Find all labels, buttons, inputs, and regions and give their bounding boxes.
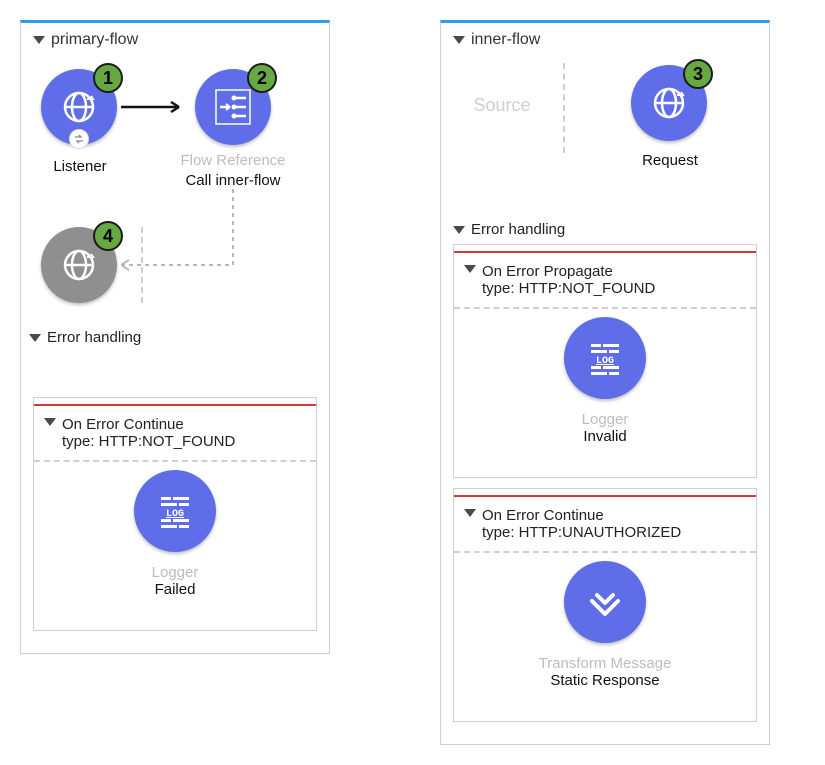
svg-text:LOG: LOG	[166, 509, 184, 520]
collapse-icon	[464, 265, 476, 273]
listener-label: Listener	[15, 157, 145, 177]
logger-node[interactable]: LOG	[564, 317, 646, 399]
logger-name: Invalid	[583, 428, 626, 445]
transform-message-icon	[580, 577, 630, 627]
collapse-icon	[453, 36, 465, 44]
logger-name: Failed	[155, 581, 196, 598]
http-request-icon	[647, 81, 691, 125]
logger-type: Logger	[152, 564, 199, 581]
http-listener-icon	[57, 243, 101, 287]
arrow-icon	[121, 99, 191, 115]
flow-header[interactable]: inner-flow	[453, 31, 757, 49]
flow-title: primary-flow	[51, 31, 138, 49]
logger-icon: LOG	[151, 487, 199, 535]
flow-canvas: Source 3 Request	[453, 57, 757, 217]
divider	[563, 63, 565, 153]
error-type-text: type: HTTP:NOT_FOUND	[464, 280, 746, 297]
source-placeholder: Source	[457, 95, 547, 116]
http-request-node[interactable]: 3	[631, 65, 707, 141]
flow-reference-name: Call inner-flow	[168, 171, 298, 191]
flow-reference-node[interactable]: 2	[195, 69, 271, 145]
error-handling-label: Error handling	[471, 221, 565, 238]
listener-response-node[interactable]: 4	[41, 227, 117, 303]
exchange-icon	[69, 129, 89, 149]
collapse-icon	[464, 509, 476, 517]
http-listener-icon	[57, 85, 101, 129]
on-error-continue-scope[interactable]: On Error Continue type: HTTP:UNAUTHORIZE…	[453, 488, 757, 722]
step-badge: 1	[93, 63, 123, 93]
error-handling-header[interactable]: Error handling	[29, 329, 323, 346]
error-topline	[454, 495, 756, 497]
error-handling-header[interactable]: Error handling	[453, 221, 757, 238]
collapse-icon	[453, 226, 465, 234]
listener-node[interactable]: 1	[41, 69, 117, 145]
error-handling-label: Error handling	[47, 329, 141, 346]
flow-header[interactable]: primary-flow	[33, 31, 317, 49]
flow-canvas: 1 Listener	[33, 57, 317, 397]
transform-name: Static Response	[550, 672, 659, 689]
logger-node[interactable]: LOG	[134, 470, 216, 552]
on-error-propagate-scope[interactable]: On Error Propagate type: HTTP:NOT_FOUND …	[453, 244, 757, 478]
logger-icon: LOG	[581, 334, 629, 382]
request-label: Request	[605, 151, 735, 171]
flow-reference-type: Flow Reference	[168, 151, 298, 171]
primary-flow-panel: primary-flow 1 Listener	[20, 20, 330, 654]
step-badge: 2	[247, 63, 277, 93]
step-badge: 3	[683, 59, 713, 89]
flow-reference-icon	[210, 84, 256, 130]
error-scope-label: On Error Continue	[62, 416, 184, 433]
collapse-icon	[29, 334, 41, 342]
error-scope-label: On Error Propagate	[482, 263, 613, 280]
transform-type: Transform Message	[539, 655, 672, 672]
inner-flow-panel: inner-flow Source 3 Request Error handli…	[440, 20, 770, 745]
collapse-icon	[44, 418, 56, 426]
transform-message-node[interactable]	[564, 561, 646, 643]
error-scope-label: On Error Continue	[482, 507, 604, 524]
svg-text:LOG: LOG	[596, 356, 614, 367]
flow-title: inner-flow	[471, 31, 540, 49]
error-topline	[454, 251, 756, 253]
on-error-continue-scope[interactable]: On Error Continue type: HTTP:NOT_FOUND L…	[33, 397, 317, 631]
logger-type: Logger	[582, 411, 629, 428]
error-type-text: type: HTTP:NOT_FOUND	[44, 433, 306, 450]
divider	[141, 227, 143, 303]
step-badge: 4	[93, 221, 123, 251]
error-topline	[34, 404, 316, 406]
error-type-text: type: HTTP:UNAUTHORIZED	[464, 524, 746, 541]
collapse-icon	[33, 36, 45, 44]
